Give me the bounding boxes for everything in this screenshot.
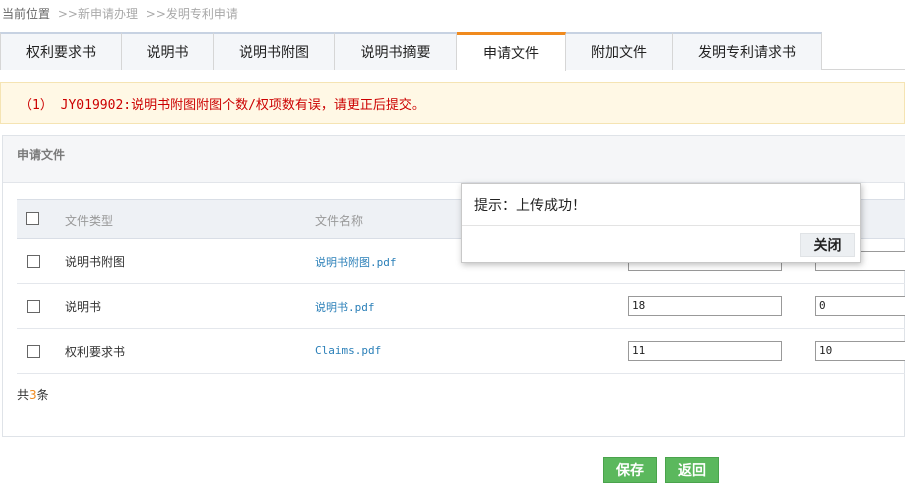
file-name-link[interactable]: 说明书附图.pdf: [315, 254, 397, 270]
tab-request-form[interactable]: 发明专利请求书: [673, 32, 822, 70]
tab-additional-files[interactable]: 附加文件: [566, 32, 673, 70]
row-checkbox[interactable]: [27, 300, 40, 313]
row-checkbox[interactable]: [27, 345, 40, 358]
breadcrumb: 当前位置 >>新申请办理 >>发明专利申请: [2, 5, 238, 23]
total-number: 3: [29, 388, 37, 402]
file-name-link[interactable]: 说明书.pdf: [315, 299, 375, 315]
tab-bar: 权利要求书 说明书 说明书附图 说明书摘要 申请文件 附加文件 发明专利请求书: [0, 32, 905, 71]
application-files-panel: 申请文件 文件类型 文件名称 说明书附图 说明书附图.pdf 说明书 说明书.p…: [2, 135, 905, 437]
save-button[interactable]: 保存: [603, 457, 657, 483]
table-row: 权利要求书 Claims.pdf 11 10: [17, 329, 905, 374]
row-checkbox[interactable]: [27, 255, 40, 268]
error-alert-text: （1） JY019902:说明书附图附图个数/权项数有误，请更正后提交。: [19, 97, 425, 113]
breadcrumb-current-location: 当前位置: [2, 7, 51, 21]
total-prefix: 共: [17, 388, 30, 402]
table-row: 说明书 说明书.pdf 18 0: [17, 284, 905, 329]
tab-abstract[interactable]: 说明书摘要: [335, 32, 457, 70]
tab-description-figures[interactable]: 说明书附图: [214, 32, 335, 70]
file-type-cell: 说明书附图: [65, 255, 126, 269]
breadcrumb-invention-patent[interactable]: >>发明专利申请: [146, 7, 238, 21]
file-name-link[interactable]: Claims.pdf: [315, 344, 381, 357]
panel-header: 申请文件: [3, 136, 905, 183]
dialog-message: 提示：上传成功！: [474, 198, 586, 214]
panel-title: 申请文件: [17, 148, 66, 162]
figure-count-input[interactable]: 0: [815, 296, 905, 316]
claim-count-input[interactable]: 10: [815, 341, 905, 361]
dialog-footer: 关闭: [462, 225, 860, 262]
total-suffix: 条: [36, 388, 49, 402]
upload-success-dialog: 提示：上传成功！ 关闭: [461, 183, 861, 263]
page-count-input[interactable]: 18: [628, 296, 782, 316]
file-type-cell: 说明书: [65, 300, 102, 314]
tab-claims[interactable]: 权利要求书: [0, 32, 122, 70]
breadcrumb-new-application[interactable]: >>新申请办理: [58, 7, 138, 21]
total-count: 共3条: [17, 386, 49, 403]
column-header-file-name: 文件名称: [315, 214, 364, 228]
error-alert: （1） JY019902:说明书附图附图个数/权项数有误，请更正后提交。: [0, 82, 905, 124]
page-count-input[interactable]: 11: [628, 341, 782, 361]
file-type-cell: 权利要求书: [65, 345, 126, 359]
select-all-checkbox[interactable]: [26, 212, 39, 225]
back-button[interactable]: 返回: [665, 457, 719, 483]
dialog-close-button[interactable]: 关闭: [800, 233, 855, 257]
tab-description[interactable]: 说明书: [122, 32, 214, 70]
column-header-file-type: 文件类型: [65, 214, 114, 228]
tab-application-files[interactable]: 申请文件: [457, 32, 566, 71]
